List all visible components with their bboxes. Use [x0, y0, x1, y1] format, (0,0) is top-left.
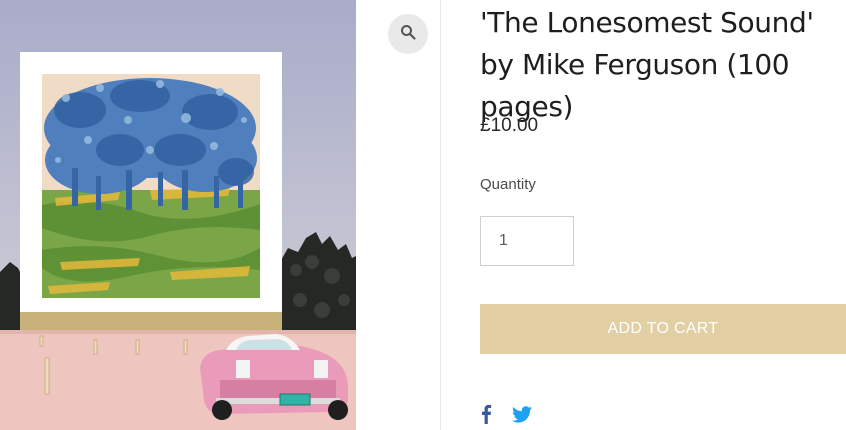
facebook-icon[interactable] [480, 404, 492, 424]
magnifier-icon [400, 24, 416, 45]
zoom-button[interactable] [388, 14, 428, 54]
product-title: 'The Lonesomest Sound' by Mike Ferguson … [480, 6, 814, 123]
quantity-input[interactable] [480, 216, 574, 266]
share-links [480, 404, 532, 424]
panel-divider [440, 0, 441, 430]
add-to-cart-button[interactable]: ADD TO CART [480, 304, 846, 354]
twitter-icon[interactable] [512, 405, 532, 423]
quantity-label: Quantity [480, 176, 536, 193]
product-price: £10.00 [480, 115, 539, 136]
product-image[interactable] [0, 0, 356, 430]
